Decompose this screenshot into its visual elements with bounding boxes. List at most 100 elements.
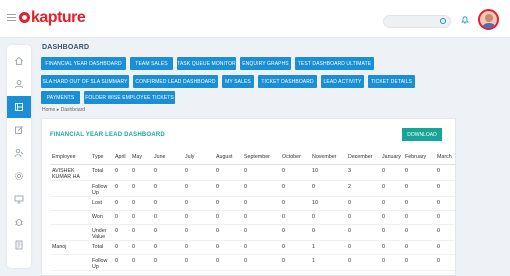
type-cell: Follow Up [90,254,113,271]
value-cell: 0 [310,180,346,197]
value-cell: 0 [280,180,310,197]
value-cell: 0 [403,210,435,225]
breadcrumb[interactable]: Home ▸ Dashboard [42,107,85,113]
value-cell: 0 [280,240,310,255]
value-cell: 0 [310,224,346,241]
value-cell: 0 [113,224,130,241]
search-icon[interactable] [440,18,446,24]
task-queue-monitor-button[interactable]: Task Queue Monitor [177,57,236,70]
nav-home-icon[interactable] [7,50,31,72]
nav-report-icon[interactable] [7,234,31,256]
table-row: Under Value 0 0 0 0 0 0 0 0 0 0 0 0 [50,224,455,241]
confirmed-lead-dashboard-button[interactable]: Confirmed Lead Dashboard [133,75,218,88]
team-sales-button[interactable]: Team Sales [130,57,173,70]
hamburger-menu-icon[interactable] [7,14,16,21]
employee-cell [50,196,90,211]
nav-dashboard-icon[interactable] [7,96,31,118]
column-header: November [310,150,346,165]
value-cell: 3 [346,164,380,181]
ticket-details-button[interactable]: Ticket Details [368,75,415,88]
nav-bug-icon[interactable] [7,211,31,233]
column-header: Type [90,150,113,165]
value-cell: 1 [310,254,346,271]
value-cell: 10 [310,164,346,181]
kapture-logo[interactable]: kapture [19,9,86,27]
nav-monitor-icon[interactable] [7,188,31,210]
column-header: February [403,150,435,165]
value-cell: 0 [130,240,152,255]
table-row: Follow Up 0 0 0 0 0 0 0 1 0 0 0 0 [50,254,455,271]
table-row: Lost 0 0 0 0 0 0 0 10 0 0 0 0 [50,196,455,211]
search-box[interactable] [383,15,451,33]
table-row: Won 0 0 0 0 0 0 0 0 0 0 0 0 [50,210,455,225]
value-cell: 0 [113,196,130,211]
search-input[interactable] [384,22,434,33]
value-cell: 0 [346,254,380,271]
value-cell: 0 [242,240,280,255]
type-cell: Won [90,210,113,225]
type-cell: Lost [90,196,113,211]
value-cell: 0 [403,180,435,197]
value-cell: 0 [113,180,130,197]
type-cell: Total [90,240,113,255]
value-cell: 0 [380,180,403,197]
top-bar: kapture [0,0,510,38]
logo-text: kapture [31,9,86,26]
value-cell: 0 [183,254,214,271]
column-header: October [280,150,310,165]
employee-cell: AVISHEK KUMAR HA [50,164,90,181]
nav-settings-icon[interactable] [7,165,31,187]
column-header: December [346,150,380,165]
sla-summary-button[interactable]: SLA Hard Out of SLA Summary [41,75,129,88]
user-avatar[interactable] [478,9,499,30]
value-cell: 0 [310,210,346,225]
value-cell: 0 [242,180,280,197]
value-cell: 0 [183,180,214,197]
value-cell: 0 [346,240,380,255]
nav-user-icon[interactable] [7,73,31,95]
value-cell: 0 [280,210,310,225]
value-cell: 0 [183,240,214,255]
value-cell: 1 [310,240,346,255]
nav-person-icon[interactable] [7,142,31,164]
value-cell: 0 [403,254,435,271]
value-cell: 0 [242,224,280,241]
employee-cell [50,180,90,197]
value-cell: 0 [152,164,183,181]
column-header: April [113,150,130,165]
value-cell: 0 [403,224,435,241]
value-cell: 0 [435,196,455,211]
type-cell: Follow Up [90,180,113,197]
value-cell: 0 [346,210,380,225]
value-cell: 0 [130,210,152,225]
lead-activity-button[interactable]: Lead Activity [321,75,364,88]
value-cell: 0 [130,196,152,211]
financial-year-dashboard-button[interactable]: Financial Year Dashboard [41,57,126,70]
ticket-dashboard-button[interactable]: Ticket Dashboard [258,75,317,88]
folder-wise-employee-tickets-button[interactable]: Folder Wise Employee Tickets [84,91,175,104]
bell-icon[interactable] [461,16,469,24]
nav-edit-icon[interactable] [7,119,31,141]
download-button[interactable]: Download [402,128,442,141]
test-dashboard-ultimate-button[interactable]: Test Dashboard Ultimate [295,57,374,70]
column-header: Employee [50,150,90,165]
value-cell: 0 [113,254,130,271]
value-cell: 0 [242,196,280,211]
value-cell: 0 [242,254,280,271]
table-body: AVISHEK KUMAR HA Total 0 0 0 0 0 0 0 10 3 0 0 0 Follow… [50,164,455,271]
payments-button[interactable]: Payments [41,91,80,104]
enquiry-graphs-button[interactable]: Enquiry Graphs [240,57,291,70]
value-cell: 0 [183,210,214,225]
value-cell: 0 [380,224,403,241]
my-sales-button[interactable]: My Sales [222,75,254,88]
value-cell: 0 [435,210,455,225]
table-row: AVISHEK KUMAR HA Total 0 0 0 0 0 0 0 10 3 0 0 0 [50,164,455,181]
value-cell: 0 [435,224,455,241]
lead-table: Employee Type April May June July August Septem… [50,150,455,271]
table-row: Manoj Total 0 0 0 0 0 0 0 1 0 0 0 0 [50,240,455,255]
value-cell: 0 [214,196,242,211]
value-cell: 0 [435,254,455,271]
value-cell: 0 [130,224,152,241]
column-header: January [380,150,403,165]
value-cell: 0 [130,164,152,181]
